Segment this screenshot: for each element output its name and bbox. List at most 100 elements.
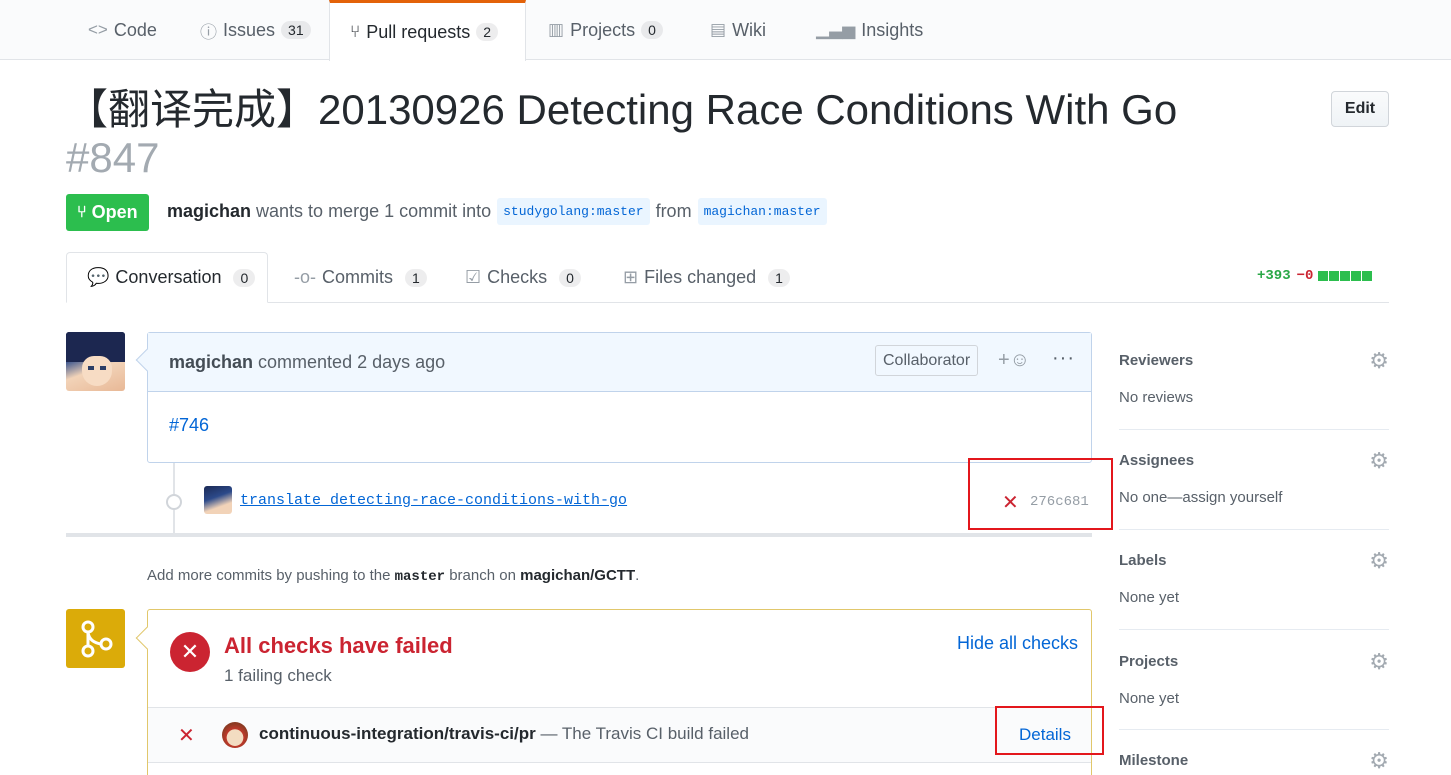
gear-icon[interactable]: ⚙ [1369,748,1389,774]
sidebar-value: No reviews [1119,389,1194,406]
edit-button[interactable]: Edit [1331,91,1389,127]
tab-label: Projects [570,19,636,40]
add-more-commits-note: Add more commits by pushing to the maste… [147,567,639,585]
sidebar-labels: Labels ⚙ None yet [1119,548,1389,630]
tab-counter: 31 [281,21,311,39]
pr-meta: magichan wants to merge 1 commit into st… [167,198,833,225]
tab-label: Issues [223,19,276,40]
status-label: Open [91,202,138,222]
note-text: branch on [449,567,516,584]
comment-discussion-icon: 💬 [87,267,110,287]
hide-all-checks-link[interactable]: Hide all checks [957,633,1078,654]
tab-counter: 1 [768,268,790,287]
tab-label: Pull requests [366,21,471,42]
check-context: continuous-integration/travis-ci/pr [259,724,536,743]
comment-action[interactable]: commented 2 days ago [258,352,445,373]
tab-issues[interactable]: ⓘ Issues 31 [180,0,331,60]
book-icon: ▤ [710,20,727,39]
avatar[interactable] [66,332,125,391]
sidebar-heading[interactable]: Assignees [1119,452,1389,469]
tab-label: Insights [861,19,924,40]
issue-icon: ⓘ [200,22,217,42]
checklist-icon: ☑ [465,267,482,287]
tab-label: Files changed [644,267,757,287]
tab-label: Code [113,19,157,40]
tab-projects[interactable]: ▥ Projects 0 [528,0,683,60]
commit-avatar[interactable] [204,486,232,514]
gear-icon[interactable]: ⚙ [1369,448,1389,474]
gear-icon[interactable]: ⚙ [1369,649,1389,675]
checks-arrow [135,626,159,650]
comment-box: magichan commented 2 days ago Collaborat… [135,332,1092,463]
issue-link[interactable]: #746 [169,415,209,435]
sidebar-projects: Projects ⚙ None yet [1119,649,1389,730]
file-diff-icon: ⊞ [623,267,639,287]
tab-files-changed[interactable]: ⊞ Files changed 1 [603,252,810,303]
pr-title: 【翻译完成】20130926 Detecting Race Conditions… [66,86,1178,133]
note-branch: master [394,569,446,585]
pull-request-icon: ⑂ [77,203,87,221]
merge-text: wants to merge 1 commit into [256,201,492,221]
add-reaction-icon[interactable]: +☺ [998,349,1030,372]
repo-nav: <> Code ⓘ Issues 31 ⑂ Pull requests 2 ▥ … [0,0,1451,61]
additions: +393 [1257,268,1291,284]
checks-title: All checks have failed [224,633,453,658]
collaborator-badge: Collaborator [875,345,979,376]
deletions: −0 [1296,268,1314,284]
avatar-eye [88,366,94,370]
diffstat-block [1362,271,1373,281]
gear-icon[interactable]: ⚙ [1369,348,1389,374]
commit-message-link[interactable]: translate detecting-race-conditions-with… [240,492,627,509]
tab-conversation[interactable]: 💬 Conversation 0 [66,252,268,303]
sidebar-heading[interactable]: Labels [1119,552,1389,569]
sidebar-heading[interactable]: Reviewers [1119,352,1389,369]
more-options-icon[interactable]: ··· [1052,347,1075,370]
head-branch[interactable]: magichan:master [697,198,827,225]
check-row: ✕ continuous-integration/travis-ci/pr — … [148,707,1091,763]
sidebar-reviewers: Reviewers ⚙ No reviews [1119,348,1389,430]
sidebar-value: None yet [1119,589,1180,606]
tab-code[interactable]: <> Code [68,0,177,60]
commit-icon [166,494,182,510]
tab-label: Wiki [732,19,767,40]
pr-number: #847 [66,134,160,181]
timeline-divider [66,533,1092,537]
tab-wiki[interactable]: ▤ Wiki [690,0,786,60]
sidebar-value[interactable]: No one—assign yourself [1119,489,1389,506]
sidebar-milestone: Milestone ⚙ [1119,748,1389,775]
sidebar-heading[interactable]: Milestone [1119,752,1389,769]
diffstat-block [1340,271,1351,281]
diffstat-block [1318,271,1329,281]
check-name: continuous-integration/travis-ci/pr — Th… [259,724,749,744]
page-title: 【翻译完成】20130926 Detecting Race Conditions… [66,86,1216,182]
tab-label: Conversation [115,267,222,287]
git-merge-icon [66,609,125,668]
gear-icon[interactable]: ⚙ [1369,548,1389,574]
travis-ci-icon [222,722,248,748]
tab-counter: 0 [641,21,663,39]
comment-author[interactable]: magichan [169,352,253,373]
diffstat-block [1329,271,1340,281]
diffstat: +393 −0 [1257,268,1373,284]
tab-counter: 0 [559,268,581,287]
highlight-box [968,458,1113,530]
from-text: from [655,201,692,221]
tab-commits[interactable]: -o- Commits 1 [274,252,447,303]
comment-arrow [135,348,159,372]
author-link[interactable]: magichan [167,201,251,222]
avatar-face [82,356,112,386]
check-fail-icon: ✕ [178,725,195,747]
note-text: . [635,567,640,584]
highlight-box [995,706,1104,755]
tab-pull-requests[interactable]: ⑂ Pull requests 2 [329,0,526,61]
checks-subtitle: 1 failing check [224,666,332,685]
tab-label: Commits [322,267,393,287]
graph-icon: ▁▃▅ [816,20,856,39]
sidebar-heading[interactable]: Projects [1119,653,1389,670]
check-description: — The Travis CI build failed [540,724,749,743]
sidebar-assignees: Assignees ⚙ No one—assign yourself [1119,448,1389,530]
tab-insights[interactable]: ▁▃▅ Insights [796,0,943,60]
tab-checks[interactable]: ☑ Checks 0 [445,252,601,303]
pull-request-icon: ⑂ [350,22,361,41]
tab-counter: 1 [405,268,427,287]
